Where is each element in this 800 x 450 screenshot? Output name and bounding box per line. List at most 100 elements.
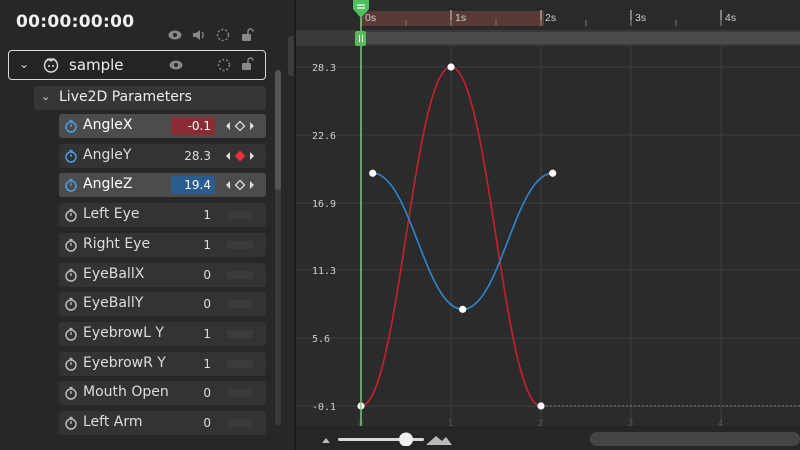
unlock-icon[interactable] (240, 28, 254, 42)
stopwatch-icon[interactable] (64, 178, 78, 193)
unlock-icon[interactable] (240, 57, 254, 71)
keyframe-placeholder (227, 329, 253, 338)
stopwatch-icon[interactable] (64, 416, 78, 430)
parameter-row[interactable]: Left Arm 0 (59, 411, 266, 435)
parameter-value[interactable]: 1 (171, 325, 215, 343)
ruler-label: 0s (365, 12, 376, 24)
collapse-chevron-icon[interactable]: ⌄ (41, 90, 50, 103)
keyframe-point[interactable] (549, 169, 557, 177)
next-keyframe-icon[interactable] (250, 122, 254, 130)
prev-keyframe-icon[interactable] (226, 151, 230, 160)
parameter-group-row[interactable]: ⌄ Live2D Parameters (34, 86, 266, 110)
y-axis-label: 16.9 (312, 199, 336, 210)
horizontal-scrollbar[interactable] (590, 432, 800, 446)
parameter-name: Left Eye (83, 206, 140, 223)
y-axis-label: 28.3 (312, 63, 336, 74)
group-name: Live2D Parameters (59, 89, 192, 105)
playhead-marker[interactable] (355, 31, 366, 46)
keyframe-placeholder (227, 270, 253, 279)
keyframe-placeholder (227, 359, 253, 368)
parameter-name: AngleZ (83, 176, 133, 193)
stopwatch-icon[interactable] (64, 149, 78, 163)
parameter-row[interactable]: Right Eye 1 (59, 232, 266, 257)
parameter-name: AngleY (83, 146, 132, 163)
layer-toolbar (168, 28, 258, 42)
parameter-value[interactable]: -0.1 (171, 117, 215, 135)
ruler-label: 1s (455, 12, 466, 24)
keyframe-point[interactable] (459, 305, 467, 313)
scrollbar-thumb[interactable] (275, 70, 281, 190)
parameter-row[interactable]: AngleX -0.1 (59, 114, 266, 138)
zoom-in-icon[interactable] (426, 436, 452, 445)
parameter-value[interactable]: 1 (171, 236, 215, 254)
parameter-name: EyeBallX (83, 265, 145, 282)
stopwatch-icon[interactable] (64, 208, 78, 222)
stopwatch-icon[interactable] (64, 357, 78, 371)
zoom-slider[interactable] (320, 432, 460, 446)
parameter-row[interactable]: AngleY 28.3 (59, 143, 266, 168)
zoom-out-icon[interactable] (322, 438, 330, 443)
parameter-row[interactable]: EyebrowR Y 1 (59, 351, 266, 376)
parameter-row[interactable]: Mouth Open 0 (59, 381, 266, 406)
speaker-icon[interactable] (192, 28, 206, 42)
bottom-time-label: 3 (628, 418, 633, 428)
dotted-circle-icon[interactable] (216, 28, 230, 42)
stopwatch-icon[interactable] (64, 268, 78, 282)
parameter-value[interactable]: 28.3 (171, 147, 215, 165)
keyframe-point[interactable] (537, 402, 545, 410)
collapse-chevron-icon[interactable]: ⌄ (19, 57, 29, 71)
prev-keyframe-icon[interactable] (226, 181, 230, 190)
stopwatch-icon[interactable] (64, 327, 78, 341)
eye-icon[interactable] (168, 28, 182, 42)
parameter-value[interactable]: 0 (171, 384, 215, 402)
keyframe-navigator[interactable] (225, 149, 255, 163)
next-keyframe-icon[interactable] (250, 181, 254, 190)
parameter-name: Mouth Open (83, 384, 169, 401)
keyframe-navigator[interactable] (225, 119, 255, 133)
zoom-thumb[interactable] (399, 432, 413, 447)
prev-keyframe-icon[interactable] (226, 122, 230, 130)
parameter-row[interactable]: Left Eye 1 (59, 203, 266, 228)
object-row[interactable]: ⌄ sample (8, 50, 266, 80)
parameter-value[interactable]: 0 (171, 266, 215, 284)
stopwatch-icon[interactable] (64, 119, 78, 133)
parameter-name: EyeBallY (83, 295, 144, 312)
keyframe-point[interactable] (369, 169, 377, 177)
bottom-time-label: 4 (718, 418, 723, 428)
keyframe-diamond-icon[interactable] (234, 150, 246, 162)
parameter-value[interactable]: 1 (171, 355, 215, 373)
keyframe-placeholder (227, 240, 253, 249)
y-axis-label: -0.1 (312, 402, 336, 413)
parameter-row[interactable]: EyeBallX 0 (59, 262, 266, 287)
character-face-icon (43, 58, 59, 73)
parameter-value[interactable]: 1 (171, 206, 215, 224)
stopwatch-icon[interactable] (64, 297, 78, 311)
parameter-value[interactable]: 0 (171, 414, 215, 432)
y-axis-label: 11.3 (312, 266, 336, 277)
next-keyframe-icon[interactable] (250, 151, 254, 160)
keyframe-diamond-icon[interactable] (234, 120, 246, 132)
parameter-value[interactable]: 0 (171, 295, 215, 313)
dotted-circle-icon[interactable] (217, 58, 231, 72)
ruler-label: 3s (635, 12, 646, 24)
keyframe-diamond-icon[interactable] (234, 179, 246, 191)
parameter-value[interactable]: 19.4 (171, 176, 215, 195)
graph-editor[interactable]: 0s01s12s23s34s428.322.616.911.35.6-0.1 (296, 0, 800, 450)
stopwatch-icon[interactable] (64, 386, 78, 401)
keyframe-placeholder (227, 211, 253, 220)
parameter-name: Right Eye (83, 235, 151, 252)
parameter-list-scrollbar[interactable] (275, 70, 281, 425)
work-area-range[interactable] (361, 32, 800, 44)
parameter-row[interactable]: EyebrowL Y 1 (59, 321, 266, 346)
eye-icon[interactable] (169, 58, 183, 72)
ruler-label: 4s (725, 12, 736, 24)
parameter-row[interactable]: AngleZ 19.4 (59, 173, 266, 198)
keyframe-placeholder (227, 419, 253, 427)
keyframe-navigator[interactable] (225, 178, 255, 192)
stopwatch-icon[interactable] (64, 238, 78, 252)
parameter-row[interactable]: EyeBallY 0 (59, 292, 266, 317)
parameter-panel: 00:00:00:00 ⌄ sample ⌄ Live2D Parameters… (0, 0, 294, 450)
keyframe-point[interactable] (447, 63, 455, 71)
parameter-name: EyebrowL Y (83, 324, 164, 341)
parameter-name: EyebrowR Y (83, 354, 166, 371)
